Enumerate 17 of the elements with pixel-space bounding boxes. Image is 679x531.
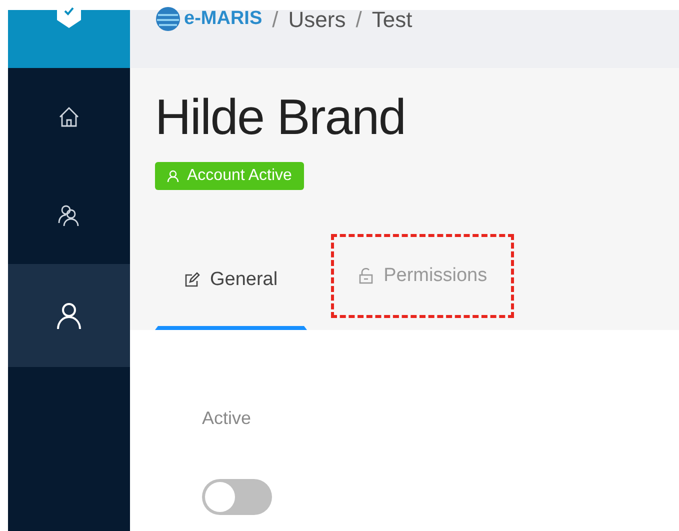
lock-icon (358, 268, 374, 284)
breadcrumb-separator: / (356, 7, 362, 33)
breadcrumb-link[interactable]: Test (372, 7, 412, 33)
logo-text: e-MARIS (184, 8, 262, 30)
globe-logo-icon (155, 6, 181, 32)
toggle-switch[interactable] (202, 479, 272, 515)
user-icon (56, 302, 82, 330)
breadcrumb-separator: / (272, 7, 278, 33)
user-icon (167, 170, 179, 182)
users-icon (57, 203, 81, 227)
edit-icon (184, 272, 200, 288)
home-icon (58, 106, 80, 128)
badge-label: Account Active (187, 167, 292, 185)
field-label: Active (202, 408, 252, 429)
nav-item[interactable] (8, 264, 130, 367)
breadcrumb-link[interactable]: Users (288, 7, 346, 33)
page-title: Hilde Brand (155, 88, 406, 146)
